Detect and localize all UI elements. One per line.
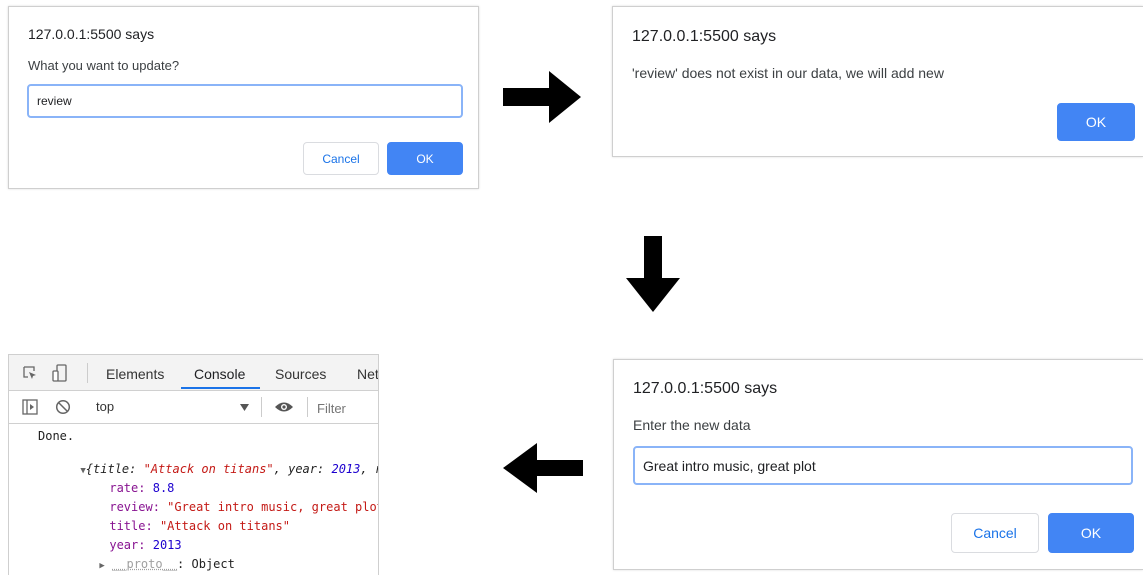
console-filter-input[interactable] <box>315 396 378 420</box>
update-prompt-dialog: 127.0.0.1:5500 says What you want to upd… <box>8 6 479 189</box>
new-data-prompt-dialog: 127.0.0.1:5500 says Enter the new data C… <box>613 359 1143 570</box>
dialog-title: 127.0.0.1:5500 says <box>28 26 155 42</box>
console-log-line: Done. <box>38 429 75 443</box>
dialog-title: 127.0.0.1:5500 says <box>633 380 778 397</box>
new-data-input[interactable] <box>633 446 1133 485</box>
cancel-button[interactable]: Cancel <box>303 142 379 175</box>
notice-alert-dialog: 127.0.0.1:5500 says 'review' does not ex… <box>612 6 1143 157</box>
eye-icon[interactable] <box>274 400 294 414</box>
devtools-tab-bar: Elements Console Sources Net <box>9 355 378 391</box>
active-tab-indicator <box>181 387 260 389</box>
toolbar-divider <box>261 397 262 417</box>
console-toolbar: top <box>9 391 378 424</box>
dialog-message: 'review' does not exist in our data, we … <box>632 65 944 81</box>
cancel-button[interactable]: Cancel <box>951 513 1039 553</box>
dialog-title: 127.0.0.1:5500 says <box>632 28 777 45</box>
device-toggle-icon[interactable] <box>52 364 70 382</box>
dialog-message: What you want to update? <box>28 58 180 73</box>
ok-button[interactable]: OK <box>1057 103 1135 141</box>
tab-network[interactable]: Net <box>357 366 378 382</box>
context-selector[interactable]: top <box>96 399 114 414</box>
dialog-message: Enter the new data <box>633 417 751 433</box>
update-field-input[interactable] <box>27 84 463 118</box>
dropdown-caret-icon[interactable] <box>240 404 249 411</box>
ok-button[interactable]: OK <box>387 142 463 175</box>
arrow-left-icon <box>503 443 583 493</box>
arrow-down-icon <box>626 236 680 312</box>
expand-triangle-icon[interactable]: ▶ <box>99 561 104 571</box>
tab-console[interactable]: Console <box>194 366 245 382</box>
tab-sources[interactable]: Sources <box>275 366 326 382</box>
devtools-panel: Elements Console Sources Net top Done. <box>8 354 379 575</box>
inspect-icon[interactable] <box>22 365 38 381</box>
clear-console-icon[interactable] <box>55 399 71 415</box>
arrow-right-icon <box>503 71 581 123</box>
tab-divider <box>87 363 88 383</box>
sidebar-toggle-icon[interactable] <box>22 399 38 415</box>
toolbar-divider <box>307 397 308 417</box>
tab-elements[interactable]: Elements <box>106 366 164 382</box>
ok-button[interactable]: OK <box>1048 513 1134 553</box>
proto-property[interactable]: ▶ __proto__: Object <box>56 543 234 575</box>
